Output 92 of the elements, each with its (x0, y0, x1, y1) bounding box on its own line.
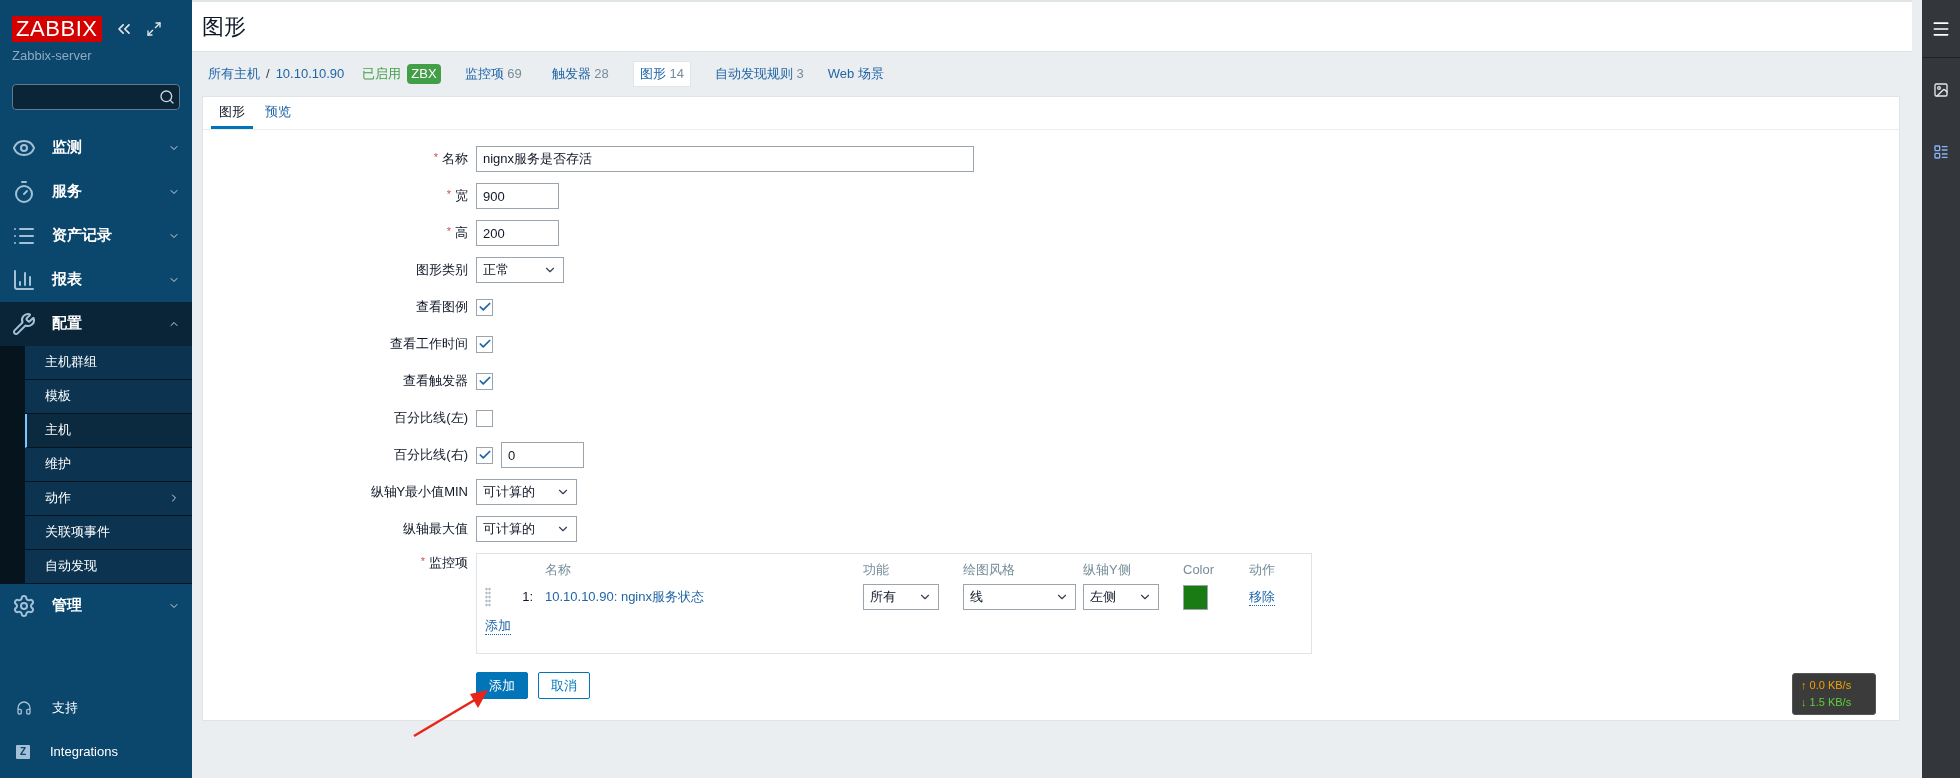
dropdown[interactable]: 可计算的 (476, 479, 577, 505)
page-title: 图形 (202, 13, 246, 41)
required-mark: * (446, 187, 451, 203)
agent-badge: ZBX (407, 64, 441, 84)
add-link[interactable]: 添加 (485, 618, 511, 635)
image-icon[interactable] (1933, 82, 1949, 98)
menu-item[interactable]: 管理 (0, 583, 192, 628)
list-icon[interactable] (1933, 144, 1949, 160)
menu-item[interactable]: 服务 (0, 169, 192, 214)
wrench-icon (12, 311, 36, 336)
input-field[interactable]: 200 (476, 220, 559, 246)
field-label: 纵轴Y最小值MIN (370, 483, 468, 502)
menu-item[interactable]: 资产记录 (0, 213, 192, 258)
column-header: 动作 (1249, 561, 1276, 580)
checkbox[interactable] (476, 335, 493, 353)
remove-link[interactable]: 移除 (1249, 588, 1275, 606)
field-label: 查看工作时间 (390, 335, 468, 354)
field-label: 查看图例 (416, 298, 468, 317)
field-label: 纵轴最大值 (403, 520, 468, 539)
field-label: 名称 (442, 150, 468, 169)
server-name: Zabbix-server (11, 47, 93, 65)
menu-item[interactable]: 配置 (0, 301, 192, 346)
submenu-item[interactable]: 关联项事件 (25, 515, 192, 550)
submenu-item[interactable]: 主机群组 (25, 345, 192, 380)
logo[interactable]: ZABBIX (12, 16, 102, 42)
tab[interactable]: 预览 (257, 97, 299, 129)
item-link[interactable]: 10.10.10.90: nginx服务状态 (545, 587, 863, 607)
breadcrumb-separator: / (266, 65, 270, 84)
check-icon (477, 374, 492, 388)
check-icon (477, 448, 492, 462)
submenu-item[interactable]: 模板 (25, 379, 192, 414)
submenu-item[interactable]: 维护 (25, 447, 192, 482)
drag-handle-icon[interactable] (485, 587, 491, 607)
tab[interactable]: 图形 (211, 97, 253, 129)
column-header: 功能 (863, 561, 890, 580)
required-mark: * (446, 224, 451, 240)
menu-item[interactable]: 报表 (0, 257, 192, 302)
column-header: 名称 (545, 561, 572, 580)
breadcrumb-link[interactable]: 所有主机 (208, 64, 260, 84)
submenu-item[interactable]: 自动发现 (25, 549, 192, 584)
field-label: 宽 (455, 187, 468, 206)
search-field[interactable] (12, 83, 180, 110)
field-label: 图形类别 (416, 261, 468, 280)
add-button[interactable]: 添加 (476, 672, 528, 699)
checkbox[interactable] (476, 372, 493, 390)
checkbox[interactable] (476, 409, 493, 427)
status-label: 已启用 (362, 65, 402, 84)
breadcrumb-tab[interactable]: 自动发现规则 3 (708, 62, 810, 86)
cancel-button[interactable]: 取消 (538, 672, 590, 699)
headset-icon (16, 700, 32, 716)
required-mark: * (433, 150, 438, 166)
dropdown[interactable]: 正常 (476, 257, 564, 283)
breadcrumb-tab[interactable]: 触发器 28 (545, 62, 615, 86)
dropdown[interactable]: 所有 (863, 584, 939, 610)
field-label: 查看触发器 (403, 372, 468, 391)
field-label: 高 (455, 224, 468, 243)
dropdown[interactable]: 左侧 (1083, 584, 1159, 610)
stopwatch-icon (12, 179, 36, 204)
input-field[interactable]: 0 (501, 442, 584, 468)
checkbox[interactable] (476, 446, 493, 464)
breadcrumb-tab[interactable]: 监控项 69 (458, 62, 528, 86)
input-field[interactable]: nignx服务是否存活 (476, 146, 974, 172)
field-label: 百分比线(左) (394, 409, 468, 428)
breadcrumb-link[interactable]: Web 场景 (827, 64, 884, 84)
field-label: 监控项 (429, 554, 468, 572)
row-index: 1: (522, 588, 533, 607)
download-speed: ↓ 1.5 KB/s (1801, 695, 1853, 710)
check-icon (477, 300, 492, 314)
field-label: 百分比线(右) (394, 446, 468, 465)
footer-link[interactable]: Z Integrations (0, 730, 192, 774)
color-swatch[interactable] (1183, 584, 1208, 610)
dropdown[interactable]: 线 (963, 584, 1076, 610)
breadcrumb-tab[interactable]: 图形 14 (632, 61, 691, 87)
input-field[interactable]: 900 (476, 183, 559, 209)
footer-link[interactable]: 支持 (0, 686, 192, 730)
check-icon (477, 337, 492, 351)
required-mark: * (420, 554, 425, 569)
column-header: 绘图风格 (963, 561, 1016, 580)
menu-item[interactable]: 监测 (0, 125, 192, 170)
dropdown[interactable]: 可计算的 (476, 516, 577, 542)
column-header: 纵轴Y侧 (1083, 561, 1132, 580)
search-icon[interactable] (159, 88, 175, 105)
submenu-item[interactable]: 主机 (25, 413, 192, 448)
breadcrumb-link[interactable]: 10.10.10.90 (275, 64, 345, 84)
expand-icon[interactable] (145, 21, 162, 37)
checkbox[interactable] (476, 298, 493, 316)
bar-chart-icon (12, 267, 36, 292)
submenu-item[interactable]: 动作 (25, 481, 192, 516)
integrations-badge: Z (16, 745, 30, 759)
gear-icon (12, 593, 36, 618)
upload-speed: ↑ 0.0 KB/s (1801, 678, 1853, 693)
column-header: Color (1183, 561, 1216, 580)
